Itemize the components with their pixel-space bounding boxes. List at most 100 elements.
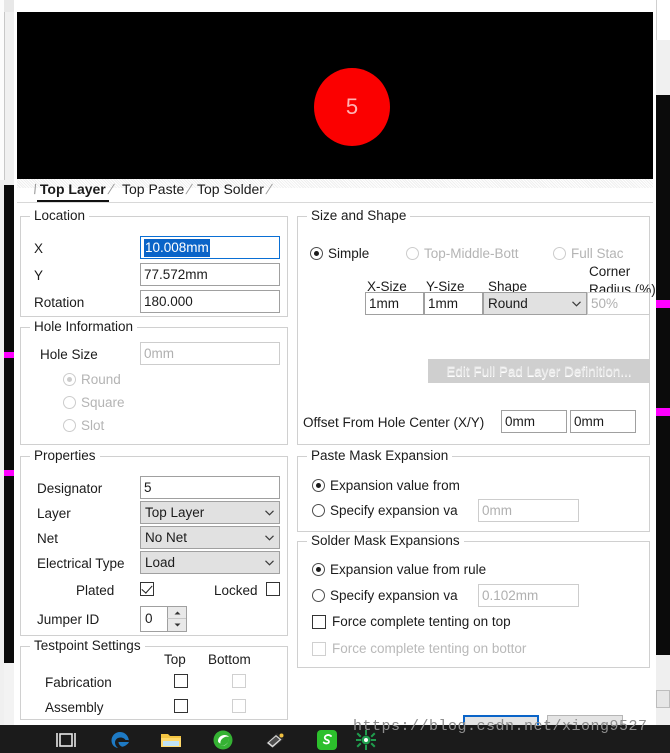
ysize-input[interactable]: 1mm <box>424 292 483 315</box>
size-and-shape-legend: Size and Shape <box>307 208 411 223</box>
file-explorer-icon[interactable] <box>158 727 184 753</box>
offset-x-input[interactable]: 0mm <box>501 410 567 433</box>
pad-mode-full-stack-radio[interactable]: Full Stac <box>553 246 624 261</box>
chevron-down-icon <box>265 502 274 516</box>
paste-mask-from-rule-radio[interactable]: Expansion value from <box>312 478 460 493</box>
paste-mask-specify-radio[interactable]: Specify expansion va <box>312 503 458 518</box>
paste-mask-expansion-group: Paste Mask Expansion <box>297 448 650 532</box>
locked-checkbox[interactable] <box>266 582 280 596</box>
offset-y-input[interactable]: 0mm <box>570 410 636 433</box>
designator-input[interactable]: 5 <box>140 476 280 499</box>
x-input[interactable]: 10.008mm <box>140 236 280 259</box>
fabrication-top-checkbox[interactable] <box>174 674 188 688</box>
checkbox-icon <box>174 699 188 713</box>
task-view-icon[interactable] <box>53 727 79 753</box>
solder-mask-specify-input[interactable]: 0.102mm <box>478 584 579 607</box>
solder-mask-from-rule-radio[interactable]: Expansion value from rule <box>312 562 486 577</box>
paste-mask-specify-input[interactable]: 0mm <box>478 499 579 522</box>
checkbox-icon <box>266 582 280 596</box>
pad-preview-canvas[interactable]: 5 <box>17 12 653 179</box>
layer-combobox[interactable]: Top Layer <box>140 501 280 524</box>
plated-checkbox[interactable] <box>140 582 154 596</box>
layer-tab-bar: \Top Layer/ Top Paste/ Top Solder/ <box>17 179 653 203</box>
xsize-input[interactable]: 1mm <box>365 292 424 315</box>
jumper-id-value: 0 <box>145 611 153 626</box>
checkbox-icon <box>140 582 154 596</box>
electrical-type-label: Electrical Type <box>37 556 125 571</box>
hole-shape-slot-radio[interactable]: Slot <box>63 418 104 433</box>
radio-dot-icon <box>312 563 325 576</box>
background-window-edge <box>0 0 5 180</box>
shape-combobox-value: Round <box>488 296 528 311</box>
pad-mode-full-stack-label: Full Stac <box>571 246 624 261</box>
paste-mask-from-rule-label: Expansion value from <box>330 478 460 493</box>
pad-mode-simple-radio[interactable]: Simple <box>310 246 369 261</box>
edit-full-pad-layer-definition-button[interactable]: Edit Full Pad Layer Definition... <box>428 359 650 383</box>
checkbox-icon <box>312 614 326 629</box>
radio-dot-icon <box>63 419 76 432</box>
force-tenting-top-checkbox[interactable]: Force complete tenting on top <box>312 614 511 629</box>
hole-shape-slot-label: Slot <box>81 418 105 433</box>
chevron-down-icon <box>265 527 274 541</box>
background-window-titlebar <box>4 0 14 12</box>
pad-designator-preview: 5 <box>345 94 359 119</box>
net-label: Net <box>37 531 59 546</box>
pad-shape-preview: 5 <box>314 68 390 146</box>
plated-label: Plated <box>76 583 115 598</box>
corner-radius-input[interactable]: 50% <box>587 292 650 315</box>
hole-shape-round-label: Round <box>81 372 121 387</box>
jumper-id-stepper[interactable]: 0 <box>140 606 187 632</box>
stepper-down-icon[interactable] <box>167 619 186 631</box>
shape-combobox[interactable]: Round <box>483 292 587 315</box>
tab-underline <box>17 202 653 203</box>
net-combobox-value: No Net <box>145 530 188 545</box>
electrical-type-combobox-value: Load <box>145 555 176 570</box>
layer-label: Layer <box>37 506 71 521</box>
background-magenta-marker-3 <box>656 300 670 308</box>
net-combobox[interactable]: No Net <box>140 526 280 549</box>
properties-legend: Properties <box>30 448 100 463</box>
background-footer <box>4 663 14 725</box>
force-tenting-bottom-checkbox[interactable]: Force complete tenting on bottor <box>312 641 526 656</box>
tab-top-paste[interactable]: Top Paste/ <box>119 179 194 202</box>
testpoint-bottom-header: Bottom <box>208 652 251 667</box>
dark-app-icon[interactable] <box>262 727 288 753</box>
corner-radius-column-header-line1: Corner <box>589 264 631 279</box>
edge-browser-icon[interactable] <box>107 727 133 753</box>
rotation-input[interactable]: 180.000 <box>140 290 280 313</box>
background-magenta-marker-1 <box>4 352 14 358</box>
assembly-top-checkbox[interactable] <box>174 699 188 713</box>
radio-dot-icon <box>312 504 325 517</box>
background-magenta-marker-2 <box>4 470 14 476</box>
radio-dot-icon <box>310 247 323 260</box>
sogou-icon[interactable] <box>314 727 340 753</box>
hole-shape-round-radio[interactable]: Round <box>63 372 121 387</box>
electrical-type-combobox[interactable]: Load <box>140 551 280 574</box>
radio-dot-icon <box>312 479 325 492</box>
hole-size-input[interactable]: 0mm <box>140 342 280 365</box>
solder-mask-specify-radio[interactable]: Specify expansion va <box>312 588 458 603</box>
assembly-label: Assembly <box>45 700 104 715</box>
y-input[interactable]: 77.572mm <box>140 263 280 286</box>
background-button-right <box>656 690 670 708</box>
fabrication-bottom-checkbox[interactable] <box>232 674 246 688</box>
assembly-bottom-checkbox[interactable] <box>232 699 246 713</box>
tab-top-layer[interactable]: \Top Layer/ <box>30 179 116 202</box>
stepper-up-icon[interactable] <box>167 607 186 619</box>
tab-top-solder[interactable]: Top Solder/ <box>194 179 274 202</box>
pad-mode-simple-label: Simple <box>328 246 370 261</box>
y-label: Y <box>34 268 44 283</box>
tab-top-layer-label: Top Layer <box>36 179 109 202</box>
radio-dot-icon <box>63 373 76 386</box>
pad-mode-top-middle-bottom-label: Top-Middle-Bott <box>424 246 519 261</box>
radio-dot-icon <box>406 247 419 260</box>
radio-dot-icon <box>63 396 76 409</box>
chevron-down-icon <box>572 293 581 307</box>
stepper-arrows[interactable] <box>167 607 186 631</box>
green-browser-icon[interactable] <box>210 727 236 753</box>
radio-dot-icon <box>312 589 325 602</box>
pad-mode-top-middle-bottom-radio[interactable]: Top-Middle-Bott <box>406 246 519 261</box>
tab-top-paste-label: Top Paste <box>122 181 185 197</box>
solder-mask-expansions-legend: Solder Mask Expansions <box>307 533 464 548</box>
hole-shape-square-radio[interactable]: Square <box>63 395 125 410</box>
